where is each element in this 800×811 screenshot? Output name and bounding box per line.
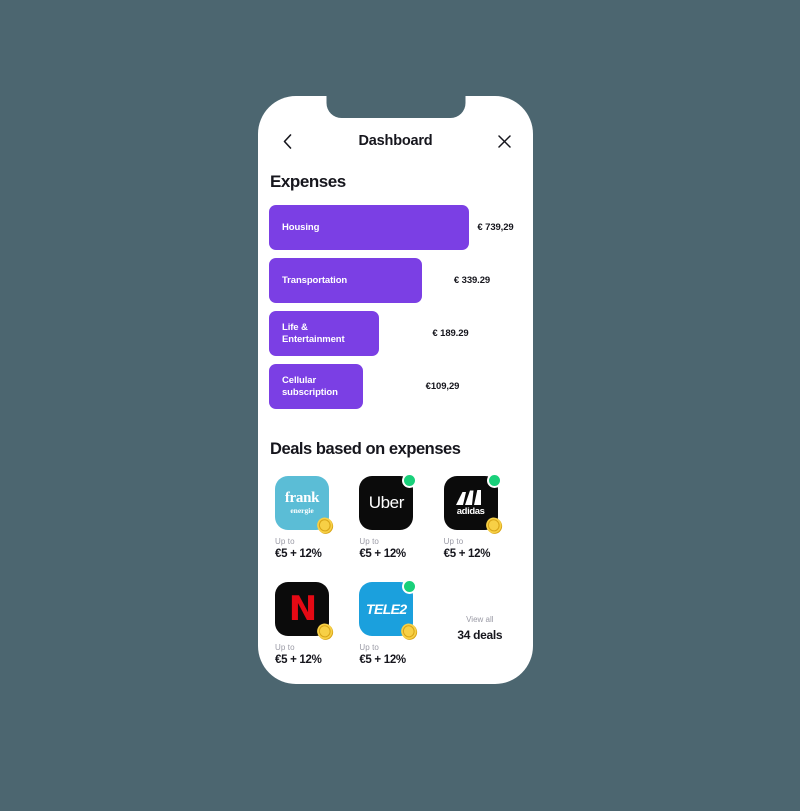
deal-value: €5 + 12% bbox=[275, 654, 322, 666]
deal-upto-label: Up to bbox=[359, 643, 379, 652]
expense-bar[interactable]: Transportation bbox=[269, 258, 422, 303]
expense-bar[interactable]: Housing bbox=[269, 205, 469, 250]
deal-value: €5 + 12% bbox=[359, 654, 406, 666]
deal-logo-wrap: N bbox=[275, 582, 334, 640]
deal-card[interactable]: Uber Up to €5 + 12% bbox=[353, 473, 437, 560]
back-button[interactable] bbox=[276, 130, 298, 152]
adidas-stripes-icon bbox=[455, 489, 481, 505]
expense-amount: € 339.29 bbox=[453, 275, 491, 286]
view-all-deals-button[interactable]: View all 34 deals bbox=[438, 582, 522, 666]
expense-bar-label: Housing bbox=[282, 221, 320, 233]
deal-logo-wrap: adidas bbox=[443, 473, 502, 534]
app-header: Dashboard bbox=[258, 124, 533, 158]
expense-amount: €109,29 bbox=[425, 381, 460, 392]
view-all-count: 34 deals bbox=[457, 628, 503, 642]
expense-row: Cellular subscription €109,29 bbox=[269, 364, 522, 409]
deal-card[interactable]: N Up to €5 + 12% bbox=[269, 582, 353, 666]
uber-logo: Uber bbox=[368, 493, 405, 512]
deal-logo-wrap: Uber bbox=[359, 473, 418, 530]
adidas-logo: adidas bbox=[455, 489, 486, 517]
deal-logo-wrap: TELE2 bbox=[359, 579, 418, 640]
expense-bar[interactable]: Life & Entertainment bbox=[269, 311, 379, 356]
status-dot-icon bbox=[402, 579, 418, 594]
deal-card[interactable]: frank energie Up to €5 + 12% bbox=[269, 476, 353, 560]
close-icon bbox=[497, 134, 511, 148]
expense-bar-label: Cellular subscription bbox=[282, 374, 338, 398]
expense-row: Housing € 739,29 bbox=[269, 205, 522, 250]
deals-heading: Deals based on expenses bbox=[270, 440, 461, 458]
deal-card[interactable]: adidas Up to €5 + 12% bbox=[438, 473, 522, 560]
deal-value: €5 + 12% bbox=[275, 548, 322, 560]
deal-value: €5 + 12% bbox=[443, 548, 491, 560]
coin-badge bbox=[485, 516, 504, 535]
expense-bar-label: Life & Entertainment bbox=[282, 321, 345, 345]
page-title: Dashboard bbox=[358, 133, 433, 149]
deal-upto-label: Up to bbox=[275, 643, 295, 652]
expense-bar[interactable]: Cellular subscription bbox=[269, 364, 363, 409]
frank-energie-logo: frank energie bbox=[284, 490, 320, 516]
expense-amount: € 739,29 bbox=[477, 222, 514, 233]
close-button[interactable] bbox=[493, 130, 515, 152]
coin-icon bbox=[485, 517, 502, 534]
status-dot-icon bbox=[402, 473, 418, 488]
coin-badge bbox=[316, 516, 335, 535]
deal-value: €5 + 12% bbox=[359, 548, 406, 560]
expenses-heading: Expenses bbox=[270, 172, 346, 191]
deal-upto-label: Up to bbox=[443, 537, 464, 546]
expense-bar-label: Transportation bbox=[282, 274, 348, 286]
chevron-left-icon bbox=[283, 133, 291, 149]
coin-icon bbox=[317, 517, 334, 534]
netflix-logo: N bbox=[288, 589, 318, 629]
deal-card[interactable]: TELE2 Up to €5 + 12% bbox=[353, 579, 437, 666]
coin-badge bbox=[400, 622, 419, 641]
coin-icon bbox=[317, 623, 334, 640]
expenses-list: Housing € 739,29 Transportation € 339.29 Lif… bbox=[269, 205, 522, 409]
deal-upto-label: Up to bbox=[275, 537, 295, 546]
deals-grid: frank energie Up to €5 + 12% Uber Up to €5 + 1… bbox=[269, 473, 522, 666]
coin-icon bbox=[401, 623, 418, 640]
app-body: Expenses Housing € 739,29 Transportation € … bbox=[258, 158, 533, 684]
status-dot-icon bbox=[486, 473, 502, 488]
phone-notch bbox=[326, 96, 465, 118]
deal-logo-wrap: frank energie bbox=[275, 476, 334, 534]
expense-row: Life & Entertainment € 189.29 bbox=[269, 311, 522, 356]
coin-badge bbox=[316, 622, 335, 641]
phone-mockup: Dashboard Expenses Housing € 739,29 Transp… bbox=[258, 96, 533, 684]
expense-row: Transportation € 339.29 bbox=[269, 258, 522, 303]
view-all-label: View all bbox=[466, 615, 494, 624]
deal-upto-label: Up to bbox=[359, 537, 379, 546]
expense-amount: € 189.29 bbox=[432, 328, 469, 339]
tele2-logo: TELE2 bbox=[366, 601, 407, 617]
